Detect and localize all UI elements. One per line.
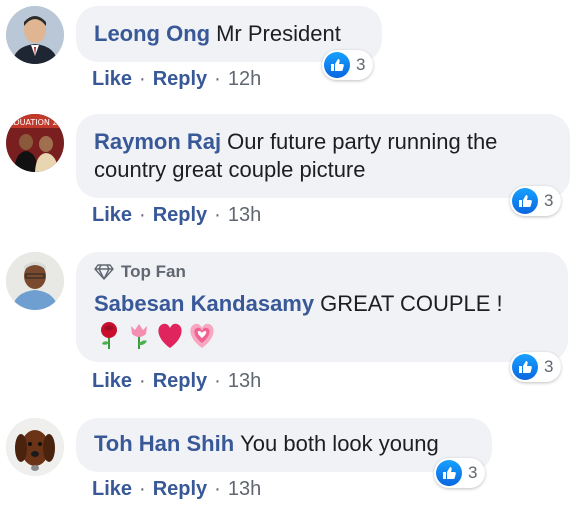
comment-text: You both look young xyxy=(240,431,439,456)
reaction-count: 3 xyxy=(356,55,366,74)
like-link[interactable]: Like xyxy=(92,68,132,91)
avatar[interactable] xyxy=(6,6,64,64)
reaction-summary[interactable]: 3 xyxy=(434,458,486,488)
like-link[interactable]: Like xyxy=(92,204,132,227)
comment-bubble: Toh Han Shih You both look young xyxy=(76,418,492,472)
top-fan-label: Top Fan xyxy=(121,262,186,281)
comment-actions: Like · Reply · 12h xyxy=(92,66,261,92)
author-name[interactable]: Raymon Raj xyxy=(94,129,221,154)
avatar[interactable]: ADUATION 20 xyxy=(6,114,64,172)
separator: · xyxy=(214,477,221,500)
reply-link[interactable]: Reply xyxy=(153,478,207,501)
like-reaction-icon xyxy=(512,354,538,380)
growing-heart-icon xyxy=(190,323,214,348)
like-link[interactable]: Like xyxy=(92,370,132,393)
comment-text: Our future party running the xyxy=(227,129,498,154)
like-reaction-icon xyxy=(324,52,350,78)
avatar[interactable] xyxy=(6,418,64,476)
like-reaction-icon xyxy=(436,460,462,486)
reply-link[interactable]: Reply xyxy=(153,68,207,91)
tulip-icon xyxy=(131,324,147,349)
comment-actions: Like · Reply · 13h xyxy=(92,476,261,502)
comment-text-line2: country great couple picture xyxy=(94,157,366,182)
timestamp[interactable]: 13h xyxy=(228,204,261,227)
like-reaction-icon xyxy=(512,188,538,214)
separator: · xyxy=(139,203,146,226)
avatar[interactable] xyxy=(6,252,64,310)
comment-text: GREAT COUPLE ! xyxy=(320,291,503,316)
separator: · xyxy=(214,203,221,226)
comment-actions: Like · Reply · 13h xyxy=(92,368,261,394)
reaction-count: 3 xyxy=(544,357,554,376)
red-heart-icon xyxy=(158,323,182,348)
comment-text: Mr President xyxy=(216,21,341,46)
separator: · xyxy=(139,369,146,392)
separator: · xyxy=(139,477,146,500)
author-name[interactable]: Leong Ong xyxy=(94,21,210,46)
comment-bubble: Top Fan Sabesan Kandasamy GREAT COUPLE ! xyxy=(76,252,568,362)
top-fan-badge: Top Fan xyxy=(94,260,550,284)
author-name[interactable]: Sabesan Kandasamy xyxy=(94,291,314,316)
rose-icon xyxy=(101,322,117,349)
comment-actions: Like · Reply · 13h xyxy=(92,202,261,228)
reaction-summary[interactable]: 3 xyxy=(510,352,562,382)
timestamp[interactable]: 13h xyxy=(228,478,261,501)
reaction-count: 3 xyxy=(544,191,554,210)
svg-text:ADUATION 20: ADUATION 20 xyxy=(8,118,63,127)
reaction-summary[interactable]: 3 xyxy=(510,186,562,216)
separator: · xyxy=(139,67,146,90)
separator: · xyxy=(214,369,221,392)
reply-link[interactable]: Reply xyxy=(153,370,207,393)
separator: · xyxy=(214,67,221,90)
reaction-summary[interactable]: 3 xyxy=(322,50,374,80)
timestamp[interactable]: 12h xyxy=(228,68,261,91)
comment-bubble: Raymon Raj Our future party running the c… xyxy=(76,114,570,198)
author-name[interactable]: Toh Han Shih xyxy=(94,431,234,456)
reaction-count: 3 xyxy=(468,463,478,482)
emoji-row xyxy=(94,318,550,352)
diamond-icon xyxy=(94,264,114,280)
reply-link[interactable]: Reply xyxy=(153,204,207,227)
timestamp[interactable]: 13h xyxy=(228,370,261,393)
like-link[interactable]: Like xyxy=(92,478,132,501)
